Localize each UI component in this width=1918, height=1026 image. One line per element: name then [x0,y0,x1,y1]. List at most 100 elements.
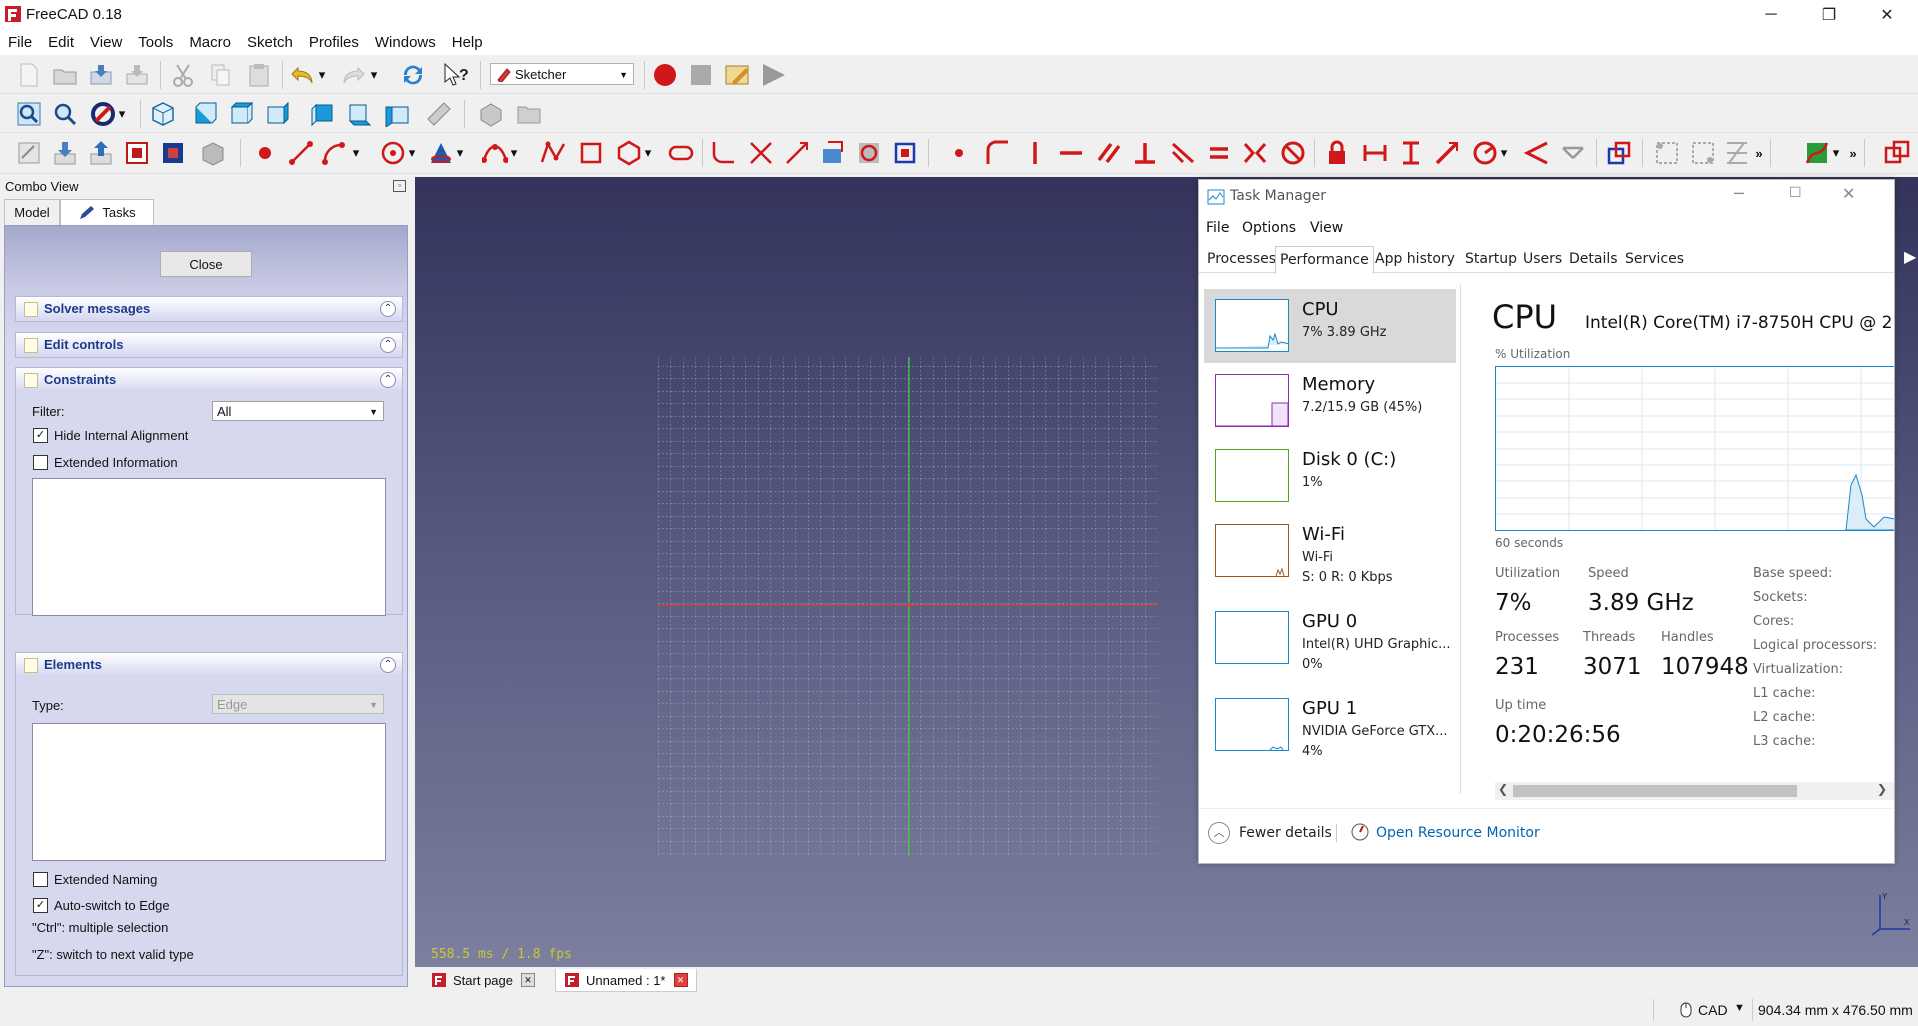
create-part-icon[interactable] [478,101,504,127]
trim-icon[interactable] [748,140,774,166]
tm-tab-users[interactable]: Users [1519,246,1566,272]
save-as-icon[interactable] [124,62,150,88]
undock-icon[interactable]: ▫ [393,180,406,192]
menu-profiles[interactable]: Profiles [301,34,367,51]
run-macro-icon[interactable] [760,62,786,88]
slot-icon[interactable] [668,140,694,166]
copy-icon[interactable] [208,62,234,88]
menu-file[interactable]: File [0,34,40,51]
horizontal-scrollbar[interactable]: ❮ ❯ [1495,782,1894,800]
open-folder-icon[interactable] [52,62,78,88]
collapse-up-icon[interactable]: ︿ [1208,822,1230,844]
right-view-icon[interactable] [264,101,290,127]
paste-icon[interactable] [246,62,272,88]
construction-mode-icon[interactable] [892,140,918,166]
doc-tab-start-page[interactable]: Start page ✕ [423,969,543,991]
bspline-dropdown-icon[interactable]: ▾ [508,140,520,166]
close-tab-icon[interactable]: ✕ [673,973,688,987]
parallel-constraint-icon[interactable] [1096,140,1122,166]
fit-selection-icon[interactable] [52,101,78,127]
bottom-view-icon[interactable] [346,101,372,127]
record-macro-icon[interactable] [652,62,678,88]
navigation-style[interactable]: CAD [1698,1002,1728,1018]
doc-tab-unnamed[interactable]: Unnamed : 1* ✕ [555,969,697,992]
refresh-icon[interactable] [400,62,426,88]
perf-item-disk[interactable]: Disk 0 (C:) 1% [1204,439,1456,513]
tm-tab-startup[interactable]: Startup [1461,246,1521,272]
tm-close-button[interactable]: ✕ [1842,184,1855,203]
lock-constraint-icon[interactable] [1324,140,1350,166]
bspline-icon[interactable] [482,140,508,166]
perf-item-gpu1[interactable]: GPU 1 NVIDIA GeForce GTX... 4% [1204,688,1456,762]
type-select[interactable]: Edge ▼ [212,694,384,714]
measure-distance-icon[interactable] [426,101,452,127]
circle-dropdown-icon[interactable]: ▾ [406,140,418,166]
virtual-space-icon[interactable] [1884,140,1910,166]
leave-sketch-icon[interactable] [52,140,78,166]
point-icon[interactable] [252,140,278,166]
new-file-icon[interactable] [16,62,42,88]
carbon-copy-icon[interactable] [856,140,882,166]
close-task-button[interactable]: Close [160,251,252,277]
menu-sketch[interactable]: Sketch [239,34,301,51]
top-view-icon[interactable] [228,101,254,127]
extend-icon[interactable] [784,140,810,166]
select-constraints-icon[interactable] [1654,140,1680,166]
horizontal-constraint-icon[interactable] [1058,140,1084,166]
close-button[interactable]: ✕ [1864,0,1910,29]
extended-naming-checkbox[interactable] [33,872,48,887]
map-sketch-icon[interactable] [160,140,186,166]
fit-all-icon[interactable] [16,101,42,127]
symmetric-constraint-icon[interactable] [1242,140,1268,166]
rectangle-icon[interactable] [578,140,604,166]
elements-list[interactable] [32,723,386,861]
tm-tab-services[interactable]: Services [1621,246,1688,272]
maximize-button[interactable]: ❐ [1806,0,1852,29]
conic-dropdown-icon[interactable]: ▾ [454,140,466,166]
angle-constraint-icon[interactable] [1524,140,1550,166]
open-resource-monitor-link[interactable]: Open Resource Monitor [1376,825,1540,841]
vertical-distance-icon[interactable] [1398,140,1424,166]
block-constraint-icon[interactable] [1280,140,1306,166]
isometric-view-icon[interactable] [150,101,176,127]
navigation-dropdown-icon[interactable]: ▼ [1734,1002,1745,1014]
tab-tasks[interactable]: Tasks [60,199,154,226]
tm-menu-file[interactable]: File [1206,220,1229,236]
scroll-right-icon[interactable]: ❯ [1877,782,1887,796]
perpendicular-constraint-icon[interactable] [1132,140,1158,166]
external-geometry-icon[interactable] [820,140,846,166]
tm-tab-details[interactable]: Details [1565,246,1622,272]
polygon-dropdown-icon[interactable]: ▾ [642,140,654,166]
arc-icon[interactable] [322,140,348,166]
view-section-icon[interactable] [124,140,150,166]
save-icon[interactable] [88,62,114,88]
distance-constraint-icon[interactable] [1434,140,1460,166]
equal-constraint-icon[interactable] [1206,140,1232,166]
minimize-button[interactable]: ─ [1748,0,1794,29]
extended-info-checkbox[interactable] [33,455,48,470]
select-origin-icon[interactable] [1690,140,1716,166]
constraints-list[interactable] [32,478,386,616]
tab-model[interactable]: Model [4,199,60,226]
perf-item-gpu0[interactable]: GPU 0 Intel(R) UHD Graphic... 0% [1204,601,1456,675]
tm-tab-performance[interactable]: Performance [1275,246,1374,274]
perf-item-cpu[interactable]: CPU 7% 3.89 GHz [1204,289,1456,363]
close-tab-icon[interactable]: ✕ [521,973,535,987]
filter-select[interactable]: All ▼ [212,401,384,421]
fillet-icon[interactable] [710,140,736,166]
menu-tools[interactable]: Tools [130,34,181,51]
tm-maximize-button[interactable]: ☐ [1789,185,1802,201]
edit-controls-section[interactable]: Edit controls ⌃ [15,332,403,358]
tm-tab-app-history[interactable]: App history [1371,246,1459,272]
menu-windows[interactable]: Windows [367,34,444,51]
collapse-icon[interactable]: ⌃ [380,657,396,673]
expand-icon[interactable]: ⌃ [380,301,396,317]
menu-help[interactable]: Help [444,34,491,51]
point-on-object-icon[interactable] [984,140,1010,166]
solver-messages-section[interactable]: Solver messages ⌃ [15,296,403,322]
expand-right-icon[interactable]: ▶ [1904,247,1918,267]
workbench-selector[interactable]: Sketcher ▼ [490,63,634,85]
arc-dropdown-icon[interactable]: ▾ [350,140,362,166]
bspline-tools-dropdown-icon[interactable]: ▾ [1830,140,1842,166]
toggle-constraint-icon[interactable] [1606,140,1632,166]
